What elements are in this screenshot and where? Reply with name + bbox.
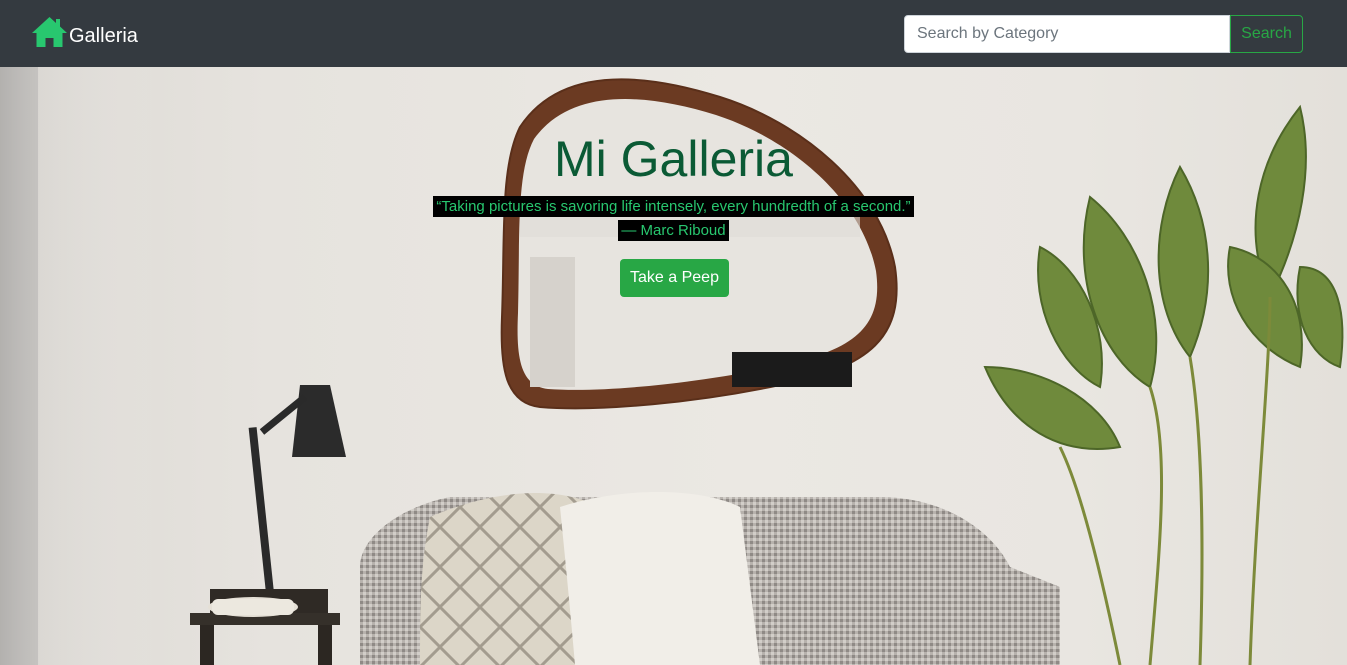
- take-a-peep-button[interactable]: Take a Peep: [620, 259, 729, 297]
- brand-link[interactable]: Galleria: [31, 16, 138, 48]
- quote-author: — Marc Riboud: [618, 220, 729, 241]
- navbar: Galleria Search: [0, 0, 1347, 67]
- hero-title: Mi Galleria: [554, 131, 793, 187]
- quote-text: “Taking pictures is savoring life intens…: [433, 196, 914, 217]
- hero-section: Mi Galleria “Taking pictures is savoring…: [0, 67, 1347, 665]
- search-input[interactable]: [904, 15, 1230, 53]
- house-icon: [32, 17, 67, 47]
- search-button[interactable]: Search: [1230, 15, 1303, 53]
- quote-author-block: — Marc Riboud: [0, 220, 1347, 241]
- quote-block: “Taking pictures is savoring life intens…: [0, 196, 1347, 217]
- brand-name: Galleria: [69, 25, 138, 47]
